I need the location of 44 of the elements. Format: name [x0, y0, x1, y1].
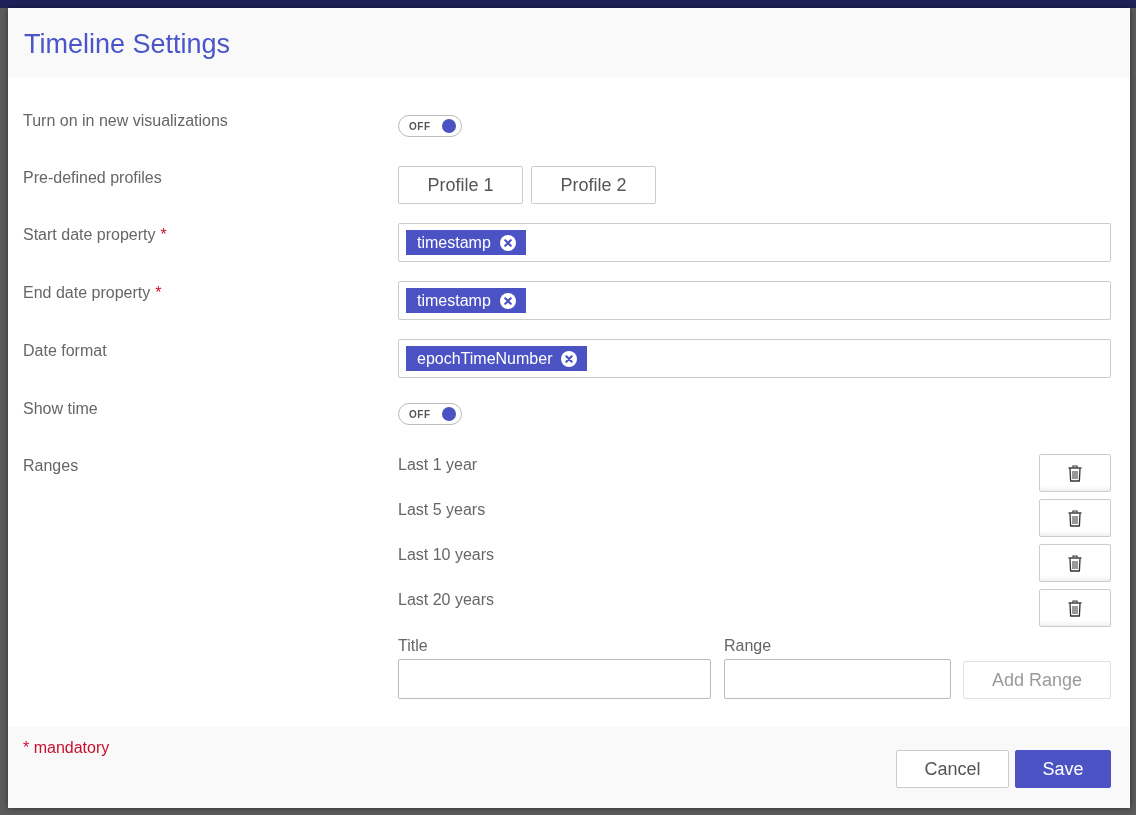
- tag-chip[interactable]: timestamp: [406, 288, 526, 313]
- dialog-title: Timeline Settings: [24, 28, 231, 61]
- trash-icon: [1068, 464, 1082, 482]
- save-button[interactable]: Save: [1015, 750, 1111, 788]
- tag-input-field[interactable]: epochTimeNumber: [398, 339, 1111, 378]
- field-label: Title: [398, 636, 428, 656]
- delete-button[interactable]: [1039, 544, 1111, 582]
- range-text: Last 5 years: [398, 500, 486, 520]
- toggle-switch[interactable]: OFF: [398, 403, 462, 425]
- field-label: End date property: [23, 283, 151, 303]
- tag-input-field[interactable]: timestamp: [398, 281, 1111, 320]
- field-label: Ranges: [23, 456, 79, 476]
- range-text: Last 20 years: [398, 590, 495, 610]
- remove-icon: [499, 292, 516, 309]
- profile-button[interactable]: Profile 1: [398, 166, 523, 204]
- range-text: Last 1 year: [398, 455, 478, 475]
- cancel-button[interactable]: Cancel: [896, 750, 1009, 788]
- delete-button[interactable]: [1039, 589, 1111, 627]
- toggle-switch[interactable]: OFF: [398, 115, 462, 137]
- trash-icon: [1068, 554, 1082, 572]
- tag-chip[interactable]: timestamp: [406, 230, 526, 255]
- remove-icon: [499, 234, 516, 251]
- range-text: Last 10 years: [398, 545, 495, 565]
- required-mark: *: [155, 283, 162, 303]
- required-mark: *: [160, 225, 167, 245]
- field-label: Range: [724, 636, 772, 656]
- trash-icon: [1068, 599, 1082, 617]
- trash-icon: [1068, 509, 1082, 527]
- profile-button[interactable]: Profile 2: [531, 166, 656, 204]
- remove-icon: [561, 350, 578, 367]
- range-input[interactable]: [724, 659, 951, 699]
- tag-chip[interactable]: epochTimeNumber: [406, 346, 588, 371]
- title-input[interactable]: [398, 659, 711, 699]
- delete-button[interactable]: [1039, 454, 1111, 492]
- tag-input-field[interactable]: timestamp: [398, 223, 1111, 262]
- field-label: Turn on in new visualizations: [23, 111, 228, 131]
- delete-button[interactable]: [1039, 499, 1111, 537]
- toggle-knob-icon: [442, 407, 456, 421]
- toggle-knob-icon: [442, 119, 456, 133]
- field-label: Show time: [23, 399, 98, 419]
- field-label: Start date property: [23, 225, 156, 245]
- field-label: Date format: [23, 341, 107, 361]
- mandatory-note: * mandatory: [23, 738, 110, 758]
- field-label: Pre-defined profiles: [23, 168, 162, 188]
